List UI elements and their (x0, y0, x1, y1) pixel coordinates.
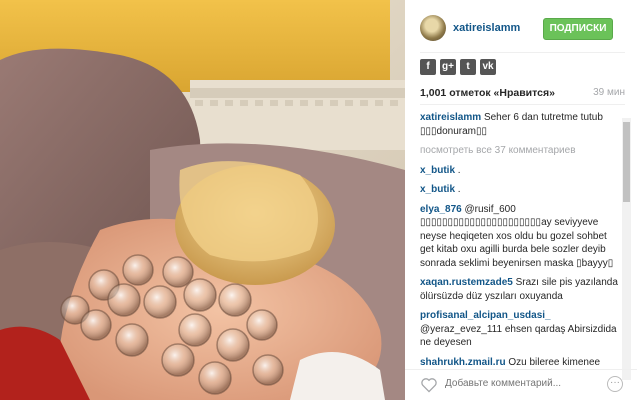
username-link[interactable]: xatireislamm (453, 22, 520, 34)
comment-text: . (457, 184, 461, 195)
view-all-comments-link[interactable]: посмотреть все 37 комментариев (420, 144, 620, 158)
follow-button[interactable]: ПОДПИСКИ (543, 18, 613, 40)
timestamp[interactable]: 39 мин (593, 87, 625, 98)
comment-username[interactable]: profisanal_alcipan_usdasi_ (420, 310, 551, 321)
divider (420, 104, 625, 105)
post-header: xatireislamm ПОДПИСКИ (405, 0, 637, 52)
comment-item: profisanal_alcipan_usdasi_ @yeraz_evez_1… (420, 309, 620, 350)
photo-image (0, 0, 405, 400)
more-options-icon[interactable]: ··· (607, 376, 623, 392)
facebook-icon[interactable]: f (420, 59, 436, 75)
comment-item: shahrukh.zmail.ru Ozu bilereе kimenee qo… (420, 356, 620, 370)
post-sidebar: xatireislamm ПОДПИСКИ f g+ t vk 1,001 от… (405, 0, 637, 400)
divider (420, 52, 625, 53)
comment-username[interactable]: x_butik (420, 165, 455, 176)
comments-list: xatireislamm Seher 6 dan tutretme tutub … (420, 111, 620, 369)
avatar[interactable] (420, 15, 446, 41)
add-comment-bar: ··· (405, 369, 637, 400)
caption: xatireislamm Seher 6 dan tutretme tutub … (420, 111, 620, 138)
comment-text: . (457, 164, 461, 176)
comment-item: elya_876 @rusif_600 ▯▯▯▯▯▯▯▯▯▯▯▯▯▯▯▯▯▯▯▯… (420, 203, 620, 271)
comment-item: x_butik . (420, 183, 620, 197)
google-plus-icon[interactable]: g+ (440, 59, 456, 75)
comment-text: @yeraz_evez_111 ehsen qardaş Abirsizdida… (420, 323, 617, 349)
comment-input[interactable] (445, 378, 595, 389)
share-icons: f g+ t vk (420, 59, 496, 75)
comment-username[interactable]: xaqan.rustemzade5 (420, 277, 513, 288)
likes-count[interactable]: 1,001 отметок «Нравится» (420, 87, 555, 99)
comment-item: xaqan.rustemzade5 Srazı sile pis yazılan… (420, 276, 620, 303)
comment-username[interactable]: shahrukh.zmail.ru (420, 357, 506, 368)
scrollbar-thumb[interactable] (623, 122, 630, 202)
comment-username[interactable]: x_butik (420, 184, 455, 195)
comment-username[interactable]: xatireislamm (420, 112, 481, 123)
comment-item: x_butik . (420, 164, 620, 178)
vk-icon[interactable]: vk (480, 59, 496, 75)
post-photo[interactable] (0, 0, 405, 400)
comments-scrollbar[interactable] (622, 118, 631, 380)
tumblr-icon[interactable]: t (460, 59, 476, 75)
heart-icon[interactable] (420, 377, 438, 393)
comment-username[interactable]: elya_876 (420, 204, 462, 215)
